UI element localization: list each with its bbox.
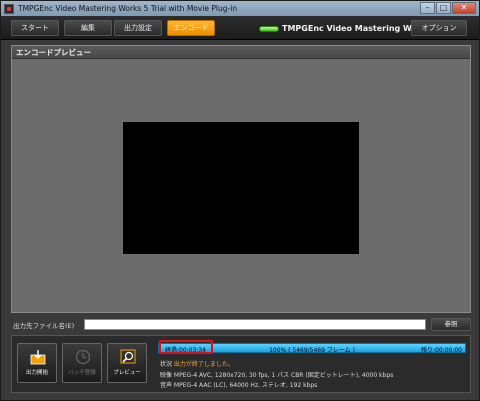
options-button[interactable]: オプション: [411, 20, 467, 36]
preview-label: プレビュー: [113, 370, 141, 376]
tab-encode[interactable]: エンコード: [167, 20, 215, 36]
audio-value: MPEG-4 AAC (LC), 64000 Hz, ステレオ, 192 kbp…: [173, 382, 318, 389]
video-line: 映像 MPEG-4 AVC, 1280x720, 30 fps, 1 パス CB…: [160, 370, 393, 379]
window-title: TMPGEnc Video Mastering Works 5 Trial wi…: [18, 4, 238, 13]
export-icon: [30, 350, 46, 365]
output-file-row: 出力先ファイル名(E) 参照: [11, 318, 471, 331]
audio-line: 音声 MPEG-4 AAC (LC), 64000 Hz, ステレオ, 192 …: [160, 380, 317, 389]
main-toolbar: スタート 編集 出力設定 エンコード TMPGEnc Video Masteri…: [1, 16, 479, 40]
title-bar: TMPGEnc Video Mastering Works 5 Trial wi…: [1, 1, 479, 16]
tab-output-settings[interactable]: 出力設定: [114, 20, 162, 36]
batch-register-button[interactable]: バッチ登録: [62, 343, 102, 383]
tab-start[interactable]: スタート: [11, 20, 59, 36]
close-button[interactable]: ✕: [452, 2, 476, 14]
preview-screen: [123, 122, 359, 254]
remaining-time: 残り:00:00:00: [421, 347, 462, 354]
encode-preview-panel: エンコードプレビュー: [11, 45, 471, 313]
minimize-button[interactable]: –: [420, 2, 435, 14]
tab-edit[interactable]: 編集: [64, 20, 112, 36]
audio-key: 音声: [160, 382, 173, 389]
elapsed-highlight-box: [159, 340, 213, 354]
status-led-icon: [259, 25, 279, 32]
preview-heading: エンコードプレビュー: [12, 46, 470, 59]
preview-magnifier-icon: [120, 349, 136, 364]
browse-button[interactable]: 参照: [431, 318, 471, 331]
maximize-button[interactable]: □: [436, 2, 451, 14]
clock-icon: [75, 349, 91, 365]
video-key: 映像: [160, 372, 173, 379]
batch-register-label: バッチ登録: [68, 370, 96, 376]
status-line: 状況 出力が終了しました。: [160, 359, 234, 368]
video-value: MPEG-4 AVC, 1280x720, 30 fps, 1 パス CBR (…: [173, 372, 394, 379]
output-file-input[interactable]: [84, 319, 426, 330]
preview-button[interactable]: プレビュー: [107, 343, 147, 383]
app-window: TMPGEnc Video Mastering Works 5 Trial wi…: [0, 0, 480, 401]
start-output-label: 出力開始: [25, 370, 48, 376]
status-key: 状況: [160, 361, 173, 368]
encode-status-area: 経過:00:03:34 100% ( 5469/5469 フレーム ) 残り:0…: [158, 339, 468, 391]
start-output-button[interactable]: 出力開始: [17, 343, 57, 383]
output-file-label: 出力先ファイル名(E): [13, 322, 75, 330]
app-icon: [4, 3, 14, 14]
window-controls: – □ ✕: [419, 2, 476, 14]
encode-control-panel: 出力開始 バッチ登録 プレビュー 経過:00:03:34 100% ( 5469…: [11, 335, 471, 393]
status-value: 出力が終了しました。: [173, 361, 234, 368]
